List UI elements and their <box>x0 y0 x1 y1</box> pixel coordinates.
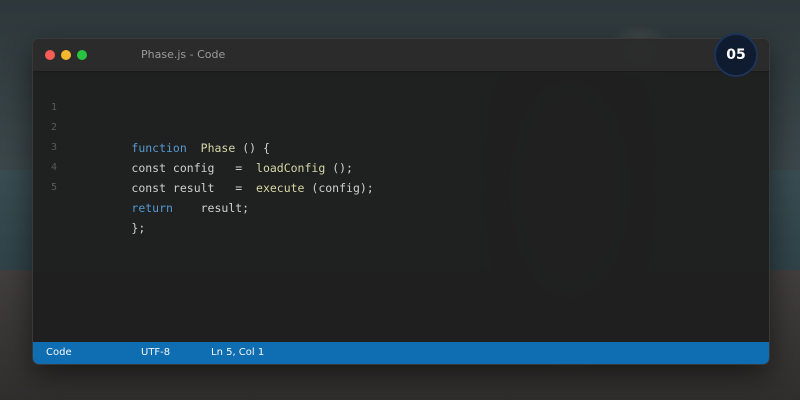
function-token: execute <box>256 181 305 195</box>
code-line[interactable]: 2 const config = loadConfig (); <box>33 98 769 175</box>
code-editor-window: Phase.js - Code 1 function Phase () { 2 … <box>32 38 770 365</box>
window-title: Phase.js - Code <box>141 48 226 61</box>
minimize-window-button[interactable] <box>61 50 71 60</box>
code-line[interactable]: 4 return result; <box>33 138 769 215</box>
status-language[interactable]: Code <box>46 347 72 358</box>
step-number-badge: 05 <box>714 33 758 77</box>
code-editor[interactable]: 1 function Phase () { 2 const config = l… <box>33 72 769 342</box>
code-token: (config); <box>304 181 374 195</box>
title-bar: Phase.js - Code <box>33 39 769 72</box>
code-text: }; <box>76 198 145 258</box>
line-number: 5 <box>51 182 58 193</box>
code-token: result; <box>172 201 250 215</box>
code-line[interactable]: 5 }; <box>33 158 769 235</box>
status-cursor-position[interactable]: Ln 5, Col 1 <box>211 347 264 358</box>
maximize-window-button[interactable] <box>77 50 87 60</box>
code-line[interactable]: 3 const result = execute (config); <box>33 118 769 195</box>
code-line[interactable]: 1 function Phase () { <box>33 78 769 155</box>
code-token: }; <box>131 221 146 235</box>
close-window-button[interactable] <box>45 50 55 60</box>
status-bar: Code UTF-8 Ln 5, Col 1 <box>33 342 769 364</box>
status-encoding[interactable]: UTF-8 <box>141 347 170 358</box>
